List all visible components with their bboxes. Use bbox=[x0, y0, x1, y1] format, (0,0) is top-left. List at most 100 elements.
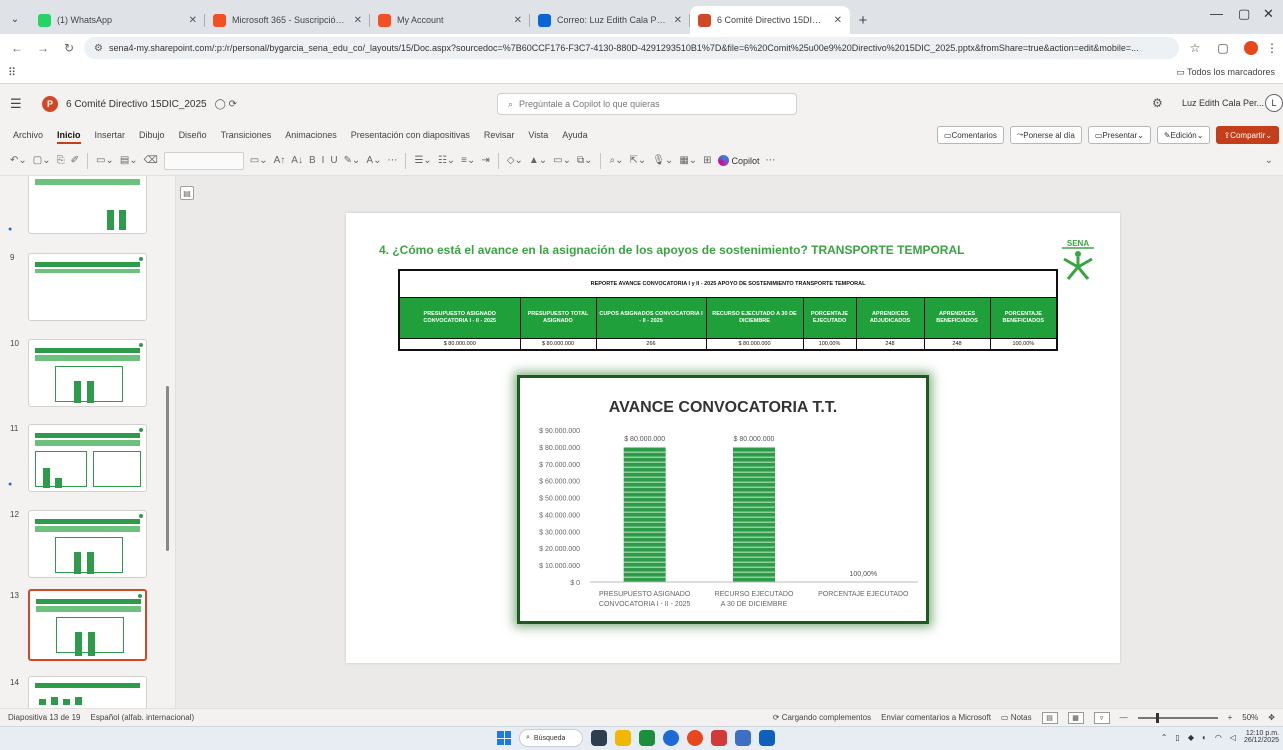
layout-icon[interactable]: ▤⌄ bbox=[120, 155, 138, 166]
close-window-icon[interactable]: ✕ bbox=[1263, 6, 1274, 22]
tab-group-icon[interactable]: ▢ bbox=[1211, 37, 1235, 59]
app-launcher-icon[interactable]: ☰ bbox=[10, 96, 32, 112]
tab-archivo[interactable]: Archivo bbox=[6, 124, 50, 146]
slide-thumbnail-8[interactable] bbox=[28, 176, 147, 234]
slide[interactable]: 4. ¿Cómo está el avance en la asignación… bbox=[346, 213, 1120, 663]
browser-tab-powerpoint[interactable]: 6 Comité Directivo 15DIC 2025 ✕ bbox=[690, 6, 850, 34]
maximize-icon[interactable]: ▢ bbox=[1238, 6, 1250, 22]
fit-slide-icon[interactable]: ✥ bbox=[1268, 713, 1275, 722]
copilot-search-input[interactable]: ⌕ Pregúntale a Copilot lo que quieras bbox=[497, 93, 797, 115]
arrange-icon[interactable]: ⧉⌄ bbox=[577, 155, 593, 166]
close-tab-icon[interactable]: ✕ bbox=[674, 15, 682, 26]
bookmark-star-icon[interactable]: ☆ bbox=[1183, 37, 1207, 59]
clock[interactable]: 12:10 p.m. 26/12/2025 bbox=[1244, 730, 1279, 745]
browser-menu-icon[interactable]: ⋮ bbox=[1266, 37, 1278, 59]
powerpoint-logo-icon[interactable]: P bbox=[42, 96, 58, 112]
chrome-icon[interactable] bbox=[687, 730, 703, 746]
shape-fill-icon[interactable]: ▲⌄ bbox=[529, 155, 547, 166]
app-icon[interactable] bbox=[711, 730, 727, 746]
site-settings-icon[interactable]: ⚙ bbox=[94, 43, 103, 54]
tab-vista[interactable]: Vista bbox=[521, 124, 555, 146]
highlight-icon[interactable]: ✎⌄ bbox=[344, 155, 361, 166]
copilot-button[interactable]: Copilot bbox=[717, 155, 760, 166]
format-painter-icon[interactable]: ✐ bbox=[71, 155, 79, 166]
browser-tab-microsoft365[interactable]: Microsoft 365 - Suscripción pa ✕ bbox=[205, 6, 370, 34]
browser-tab-outlook[interactable]: Correo: Luz Edith Cala Perez - ✕ bbox=[530, 6, 690, 34]
italic-icon[interactable]: I bbox=[322, 155, 325, 166]
app-tray-icon[interactable]: ◆ bbox=[1188, 733, 1194, 742]
tab-animaciones[interactable]: Animaciones bbox=[278, 124, 344, 146]
edge-icon[interactable] bbox=[663, 730, 679, 746]
share-button[interactable]: ⇪ Compartir ⌄ bbox=[1216, 126, 1279, 144]
tab-insertar[interactable]: Insertar bbox=[88, 124, 133, 146]
reading-view-icon[interactable]: ▿ bbox=[1093, 711, 1110, 724]
present-button[interactable]: ▭ Presentar ⌄ bbox=[1087, 126, 1151, 144]
volume-icon[interactable]: ◁ bbox=[1230, 733, 1236, 742]
tab-search-icon[interactable]: ⌄ bbox=[0, 4, 30, 34]
new-slide-icon[interactable]: ▭⌄ bbox=[96, 155, 114, 166]
tab-revisar[interactable]: Revisar bbox=[477, 124, 522, 146]
numbering-icon[interactable]: ☷⌄ bbox=[438, 155, 455, 166]
close-tab-icon[interactable]: ✕ bbox=[189, 15, 197, 26]
comments-button[interactable]: ▭ Comentarios bbox=[936, 126, 1004, 144]
slide-thumbnail-13[interactable] bbox=[28, 589, 147, 661]
slide-sorter-icon[interactable]: ▦ bbox=[1067, 711, 1084, 724]
font-color-icon[interactable]: A⌄ bbox=[366, 155, 381, 166]
zoom-in-icon[interactable]: + bbox=[1228, 713, 1233, 722]
font-size-icon[interactable]: ▭⌄ bbox=[250, 155, 268, 166]
underline-icon[interactable]: U bbox=[330, 155, 337, 166]
expand-ribbon-icon[interactable]: ⌄ bbox=[1265, 155, 1273, 166]
bullets-icon[interactable]: ☰⌄ bbox=[414, 155, 431, 166]
avatar[interactable]: L bbox=[1265, 94, 1283, 112]
tab-ayuda[interactable]: Ayuda bbox=[555, 124, 594, 146]
tab-transiciones[interactable]: Transiciones bbox=[214, 124, 279, 146]
back-arrow-icon[interactable]: ← bbox=[6, 37, 28, 59]
tab-dibujo[interactable]: Dibujo bbox=[132, 124, 172, 146]
windows-start-icon[interactable] bbox=[497, 731, 511, 745]
new-tab-button[interactable]: + bbox=[850, 6, 876, 34]
shapes-icon[interactable]: ◇⌄ bbox=[507, 155, 523, 166]
close-tab-icon[interactable]: ✕ bbox=[354, 15, 362, 26]
shrink-font-icon[interactable]: A↓ bbox=[291, 155, 303, 166]
thumbnails-scrollbar[interactable] bbox=[166, 386, 169, 551]
all-bookmarks-button[interactable]: ▭ Todos los marcadores bbox=[1176, 67, 1275, 78]
minimize-icon[interactable]: — bbox=[1210, 6, 1223, 21]
add-ins-icon[interactable]: ⊞ bbox=[703, 155, 711, 166]
task-view-icon[interactable] bbox=[591, 730, 607, 746]
slide-thumbnail-10[interactable] bbox=[28, 339, 147, 407]
designer-icon[interactable]: ▦⌄ bbox=[679, 155, 697, 166]
slide-thumbnail-9[interactable] bbox=[28, 253, 147, 321]
zoom-slider-thumb[interactable] bbox=[1155, 712, 1159, 723]
zoom-out-icon[interactable]: — bbox=[1120, 713, 1128, 722]
user-name[interactable]: Luz Edith Cala Per... bbox=[1182, 98, 1264, 108]
tab-presentacion[interactable]: Presentación con diapositivas bbox=[344, 124, 477, 146]
slide-title[interactable]: 4. ¿Cómo está el avance en la asignación… bbox=[379, 243, 964, 257]
slide-thumbnail-11[interactable] bbox=[28, 424, 147, 492]
zoom-level[interactable]: 50% bbox=[1242, 713, 1258, 722]
collapse-pane-icon[interactable]: ▤ bbox=[180, 186, 194, 200]
tab-inicio[interactable]: Inicio bbox=[50, 124, 88, 146]
indent-icon[interactable]: ⇥ bbox=[481, 155, 489, 166]
close-tab-icon[interactable]: ✕ bbox=[514, 15, 522, 26]
font-name-input[interactable] bbox=[163, 151, 244, 170]
apps-grid-icon[interactable]: ⠿ bbox=[8, 66, 16, 79]
grow-font-icon[interactable]: A↑ bbox=[274, 155, 286, 166]
browser-tab-my-account[interactable]: My Account ✕ bbox=[370, 6, 530, 34]
close-tab-icon[interactable]: ✕ bbox=[834, 15, 842, 26]
zoom-slider[interactable] bbox=[1137, 712, 1218, 723]
tray-chevron-icon[interactable]: ⌃ bbox=[1161, 733, 1168, 742]
tab-diseno[interactable]: Diseño bbox=[172, 124, 214, 146]
dictate-icon[interactable]: 🎙⌄ bbox=[652, 155, 673, 166]
chart-container[interactable]: AVANCE CONVOCATORIA T.T. $ 0 $ 10.000.000… bbox=[517, 375, 929, 624]
battery-icon[interactable]: ▯ bbox=[1175, 733, 1179, 742]
taskbar-search[interactable]: ⌕ Búsqueda bbox=[519, 729, 583, 747]
shape-outline-icon[interactable]: ▭⌄ bbox=[553, 155, 571, 166]
network-icon[interactable]: ◐ bbox=[1202, 733, 1207, 742]
document-name[interactable]: 6 Comité Directivo 15DIC_2025 bbox=[66, 99, 207, 110]
overflow-icon[interactable]: ⋯ bbox=[766, 155, 776, 166]
save-status-icon[interactable]: ◯ ⟳ bbox=[215, 99, 237, 110]
copy-icon[interactable]: ⎘ bbox=[57, 155, 65, 166]
catchup-button[interactable]: ⤳ Ponerse al día bbox=[1009, 126, 1082, 144]
language-indicator[interactable]: Español (alfab. internacional) bbox=[91, 713, 195, 722]
reload-icon[interactable]: ↻ bbox=[58, 37, 80, 59]
